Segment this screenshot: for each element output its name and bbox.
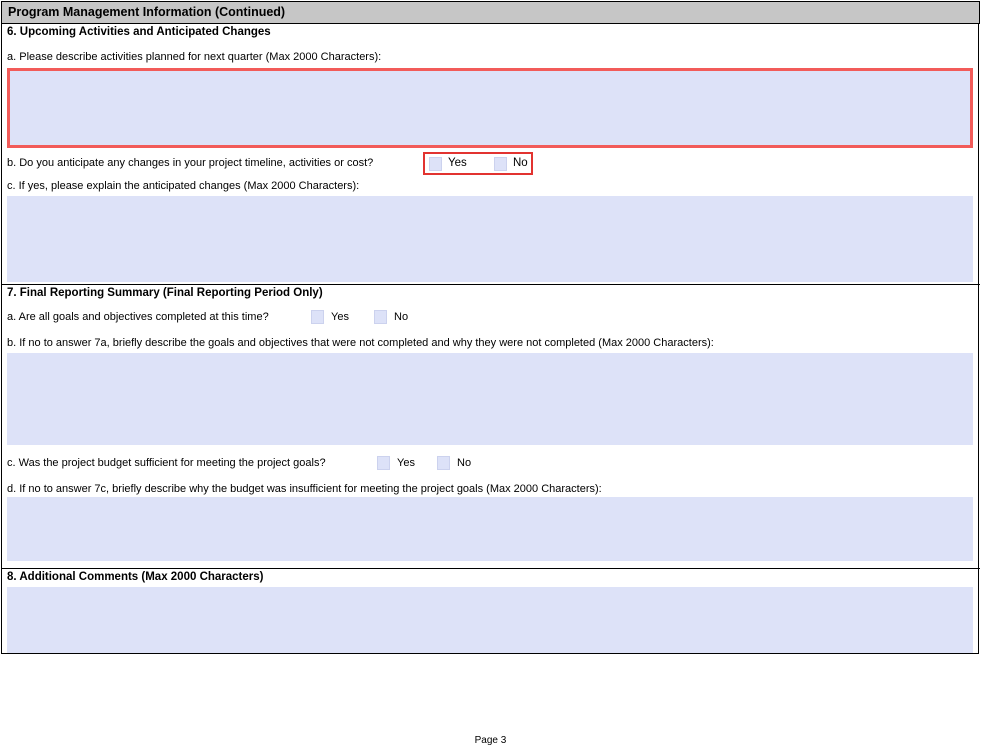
q7c-no-label: No	[457, 457, 472, 469]
section8-heading: 8. Additional Comments (Max 2000 Charact…	[7, 571, 264, 583]
q6a-label: a. Please describe activities planned fo…	[7, 51, 382, 63]
q6b-yes-checkbox[interactable]	[429, 157, 442, 171]
q7c-yes-checkbox[interactable]	[377, 456, 390, 470]
q7d-label: d. If no to answer 7c, briefly describe …	[7, 483, 602, 495]
page-title: Program Management Information (Continue…	[8, 5, 286, 19]
section6-heading: 6. Upcoming Activities and Anticipated C…	[7, 26, 271, 38]
q6a-textarea[interactable]	[7, 68, 973, 148]
q7a-no-checkbox[interactable]	[374, 310, 387, 324]
q7c-yes-label: Yes	[397, 457, 415, 469]
q6b-yes-label: Yes	[448, 157, 467, 169]
form-section-header: Program Management Information (Continue…	[1, 1, 980, 24]
q6b-no-checkbox[interactable]	[494, 157, 507, 171]
q7b-label: b. If no to answer 7a, briefly describe …	[7, 337, 714, 349]
form-page: Program Management Information (Continue…	[0, 0, 981, 749]
q7c-label: c. Was the project budget sufficient for…	[7, 457, 326, 469]
q8-textarea[interactable]	[7, 587, 973, 653]
section-divider	[1, 568, 980, 569]
q7a-label: a. Are all goals and objectives complete…	[7, 311, 269, 323]
q6c-textarea[interactable]	[7, 196, 973, 282]
section7-heading: 7. Final Reporting Summary (Final Report…	[7, 287, 323, 299]
page-number: Page 3	[474, 735, 507, 746]
q7c-no-checkbox[interactable]	[437, 456, 450, 470]
q7a-yes-checkbox[interactable]	[311, 310, 324, 324]
q6c-label: c. If yes, please explain the anticipate…	[7, 180, 360, 192]
q7b-textarea[interactable]	[7, 353, 973, 445]
q7d-textarea[interactable]	[7, 497, 973, 561]
q6b-label: b. Do you anticipate any changes in your…	[7, 157, 374, 169]
section-divider	[1, 284, 980, 285]
q6b-required-highlight-box: Yes No	[423, 152, 533, 175]
q7a-no-label: No	[394, 311, 409, 323]
q6b-no-label: No	[513, 157, 528, 169]
q7a-yes-label: Yes	[331, 311, 349, 323]
